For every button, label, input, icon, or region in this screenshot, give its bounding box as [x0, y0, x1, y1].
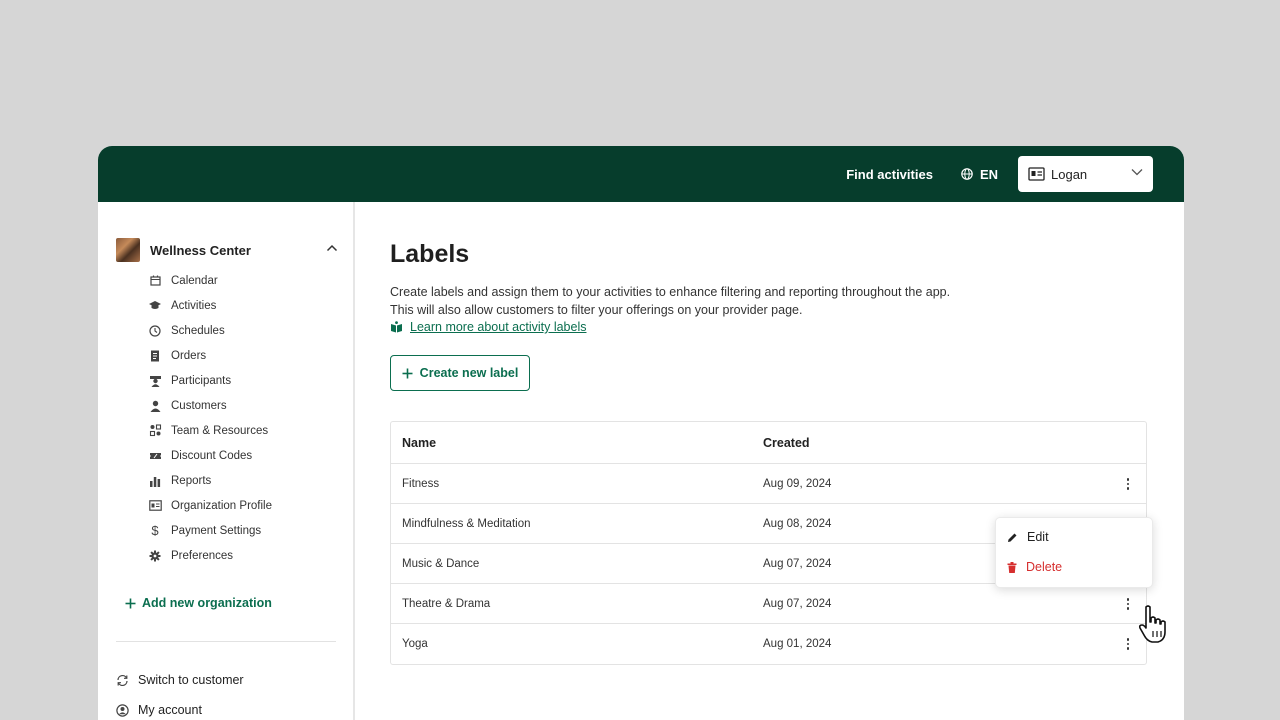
sidebar-item-team-resources[interactable]: Team & Resources: [148, 418, 272, 443]
sidebar: Wellness Center Calendar Activities Sche…: [98, 202, 355, 720]
sidebar-item-activities[interactable]: Activities: [148, 293, 272, 318]
sidebar-item-label: Discount Codes: [171, 449, 253, 462]
main-content: Labels Create labels and assign them to …: [390, 202, 1150, 720]
sidebar-item-label: Organization Profile: [171, 499, 272, 512]
sidebar-item-label: Activities: [171, 299, 217, 312]
add-organization-label: Add new organization: [142, 596, 272, 610]
page-description: Create labels and assign them to your ac…: [390, 283, 1090, 319]
clock-icon: [148, 324, 162, 338]
row-actions-icon[interactable]: [1123, 477, 1133, 491]
table-row: Theatre & Drama Aug 07, 2024: [391, 584, 1146, 624]
create-new-label-text: Create new label: [419, 366, 519, 380]
column-header-created: Created: [763, 435, 810, 450]
description-line: Create labels and assign them to your ac…: [390, 285, 951, 299]
sidebar-item-preferences[interactable]: Preferences: [148, 543, 272, 568]
row-actions-icon[interactable]: [1123, 597, 1133, 611]
sidebar-divider: [116, 641, 336, 642]
book-icon: [391, 321, 402, 333]
user-circle-icon: [116, 703, 129, 717]
refresh-icon: [117, 674, 128, 686]
description-line: This will also allow customers to filter…: [390, 303, 803, 317]
sidebar-item-label: Calendar: [171, 274, 218, 287]
page-title: Labels: [390, 240, 470, 268]
top-navigation-bar: Find activities EN Logan: [98, 146, 1184, 202]
trash-icon: [1007, 561, 1017, 573]
sidebar-item-orders[interactable]: Orders: [148, 343, 272, 368]
sidebar-item-customers[interactable]: Customers: [148, 393, 272, 418]
organization-avatar: [116, 238, 140, 262]
sidebar-item-calendar[interactable]: Calendar: [148, 268, 272, 293]
switch-to-customer-label: Switch to customer: [138, 673, 244, 687]
sidebar-item-label: Preferences: [171, 549, 234, 562]
person-icon: [148, 399, 162, 413]
organization-switcher[interactable]: Wellness Center: [116, 238, 338, 262]
add-organization-button[interactable]: Add new organization: [125, 596, 272, 610]
my-account-label: My account: [138, 703, 202, 717]
sidebar-item-label: Team & Resources: [171, 424, 269, 437]
label-name-cell: Fitness: [402, 477, 440, 490]
row-actions-menu: Edit Delete: [995, 517, 1153, 588]
sidebar-item-label: Customers: [171, 399, 227, 412]
label-created-cell: Aug 07, 2024: [763, 597, 832, 610]
plus-icon: [125, 598, 136, 608]
label-name-cell: Mindfulness & Meditation: [402, 517, 531, 530]
chevron-up-icon: [326, 244, 338, 252]
calendar-icon: [148, 274, 162, 288]
sidebar-item-reports[interactable]: Reports: [148, 468, 272, 493]
team-icon: [148, 424, 162, 438]
account-dropdown[interactable]: Logan: [1018, 156, 1153, 192]
edit-label: Edit: [1027, 530, 1049, 544]
sidebar-item-label: Schedules: [171, 324, 225, 337]
dollar-icon: $: [151, 523, 159, 538]
table-row: Fitness Aug 09, 2024: [391, 464, 1146, 504]
discount-icon: [148, 449, 162, 463]
learn-more-label: Learn more about activity labels: [410, 320, 587, 334]
sidebar-item-label: Payment Settings: [171, 524, 262, 537]
my-account-link[interactable]: My account: [116, 703, 202, 717]
delete-menu-item[interactable]: Delete: [1007, 560, 1062, 574]
gear-icon: [148, 549, 162, 563]
globe-icon: [961, 168, 973, 180]
receipt-icon: [148, 349, 162, 363]
language-selector[interactable]: EN: [961, 167, 998, 182]
id-card-icon: [1028, 167, 1045, 181]
table-row: Yoga Aug 01, 2024: [391, 624, 1146, 664]
hand-pointer-cursor-icon: [1138, 605, 1166, 643]
sidebar-item-label: Reports: [171, 474, 212, 487]
learn-more-link[interactable]: Learn more about activity labels: [390, 320, 586, 334]
sidebar-item-label: Participants: [171, 374, 232, 387]
bar-chart-icon: [148, 474, 162, 488]
participant-icon: [148, 374, 162, 388]
sidebar-item-schedules[interactable]: Schedules: [148, 318, 272, 343]
label-name-cell: Theatre & Drama: [402, 597, 491, 610]
label-created-cell: Aug 09, 2024: [763, 477, 832, 490]
sidebar-item-participants[interactable]: Participants: [148, 368, 272, 393]
sidebar-nav: Calendar Activities Schedules Orders Par…: [148, 268, 272, 568]
sidebar-item-label: Orders: [171, 349, 207, 362]
find-activities-link[interactable]: Find activities: [846, 167, 933, 182]
delete-label: Delete: [1026, 560, 1063, 574]
app-window: Find activities EN Logan Wellness Center…: [98, 146, 1184, 720]
label-name-cell: Music & Dance: [402, 557, 480, 570]
table-header-row: Name Created: [391, 422, 1146, 464]
switch-to-customer-link[interactable]: Switch to customer: [116, 673, 244, 687]
sidebar-item-discount-codes[interactable]: Discount Codes: [148, 443, 272, 468]
label-created-cell: Aug 01, 2024: [763, 638, 832, 650]
chevron-down-icon: [1131, 169, 1143, 176]
edit-menu-item[interactable]: Edit: [1007, 530, 1049, 544]
row-actions-icon[interactable]: [1123, 637, 1133, 651]
column-header-name: Name: [402, 435, 437, 450]
plus-icon: [402, 368, 413, 378]
graduation-cap-icon: [148, 299, 162, 313]
id-card-icon: [148, 499, 162, 513]
pencil-icon: [1008, 533, 1017, 542]
account-name: Logan: [1051, 166, 1088, 182]
label-name-cell: Yoga: [402, 638, 428, 650]
sidebar-item-organization-profile[interactable]: Organization Profile: [148, 493, 272, 518]
organization-name: Wellness Center: [150, 242, 251, 258]
sidebar-item-payment-settings[interactable]: $ Payment Settings: [148, 518, 272, 543]
language-label: EN: [979, 166, 998, 182]
create-new-label-button[interactable]: Create new label: [390, 355, 530, 391]
